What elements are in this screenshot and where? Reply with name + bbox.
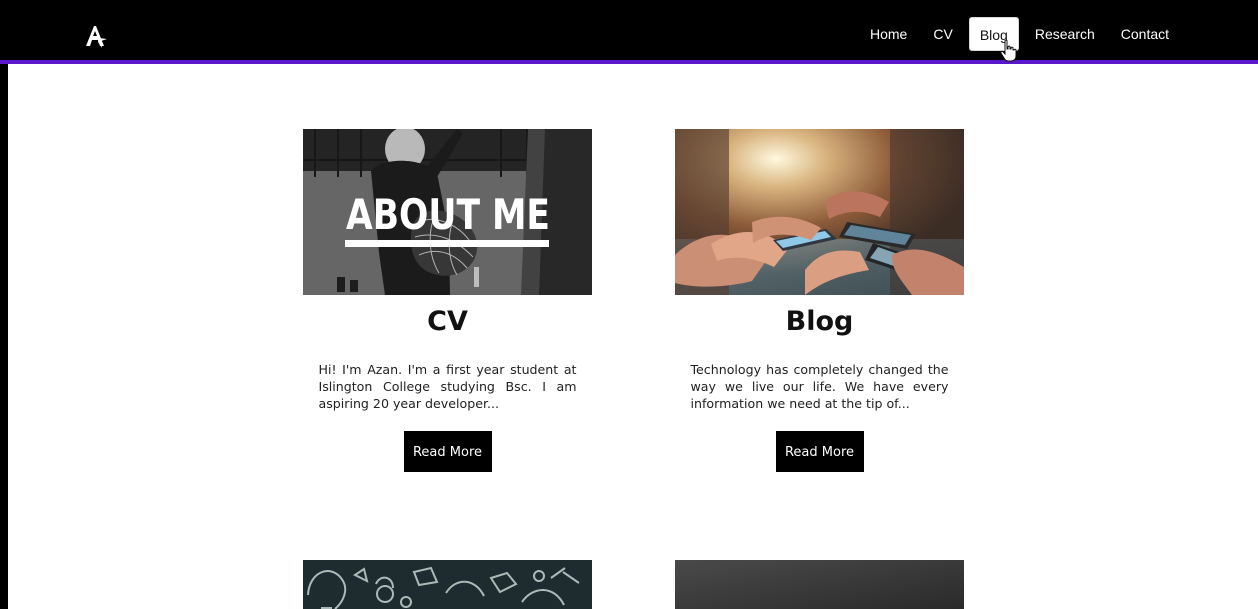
nav-research[interactable]: Research	[1025, 17, 1105, 51]
chalkboard-idea-image	[303, 560, 592, 609]
nav-cv[interactable]: CV	[923, 17, 962, 51]
blog-card: Blog Technology has completely changed t…	[675, 129, 964, 473]
blog-read-more-button[interactable]: Read More	[775, 431, 864, 473]
nav-home[interactable]: Home	[860, 17, 917, 51]
nav-contact[interactable]: Contact	[1111, 17, 1179, 51]
cv-card-description: Hi! I'm Azan. I'm a first year student a…	[318, 362, 577, 412]
contact-card-image	[675, 560, 964, 609]
blog-card-description: Technology has completely changed the wa…	[690, 362, 949, 412]
hand-cursor-icon	[1000, 39, 1017, 62]
web-page: Home CV Blog Research Contact ABOUT ME C…	[0, 0, 1258, 609]
blog-image	[675, 129, 964, 295]
dark-texture-image	[675, 560, 964, 609]
window-left-border	[0, 0, 8, 609]
top-navigation-bar: Home CV Blog Research Contact	[0, 0, 1258, 64]
about-me-image: ABOUT ME	[303, 129, 592, 295]
logo-icon[interactable]	[82, 23, 108, 49]
cv-read-more-button[interactable]: Read More	[403, 431, 492, 473]
about-me-image-caption: ABOUT ME	[346, 190, 550, 239]
research-card-image	[303, 560, 592, 609]
cv-card: ABOUT ME CV Hi! I'm Azan. I'm a first ye…	[303, 129, 592, 473]
main-nav: Home CV Blog Research Contact	[860, 17, 1185, 51]
cv-card-title: CV	[427, 306, 468, 337]
blog-card-title: Blog	[785, 306, 854, 337]
